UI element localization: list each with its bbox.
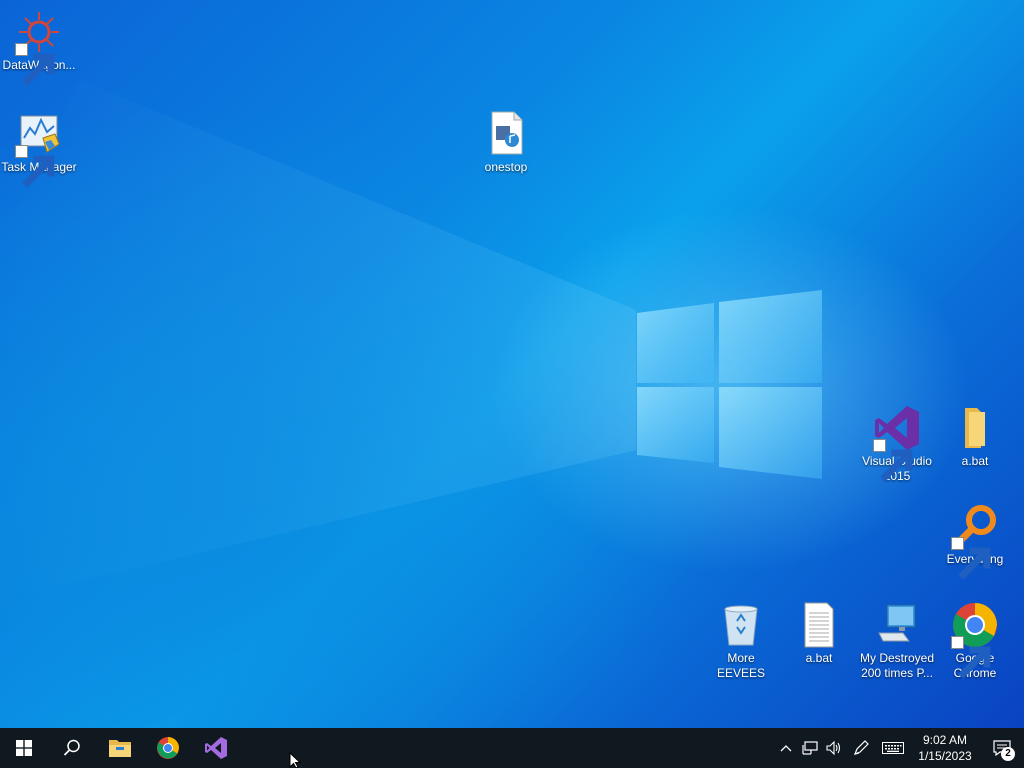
- computer-icon: [878, 604, 916, 642]
- network-icon: [802, 741, 818, 755]
- desktop-icon-label: a.bat: [805, 651, 833, 665]
- notification-count-badge: 2: [1001, 747, 1015, 761]
- clock-time: 9:02 AM: [922, 733, 968, 747]
- network-button[interactable]: [798, 728, 822, 768]
- text-file-icon: [804, 602, 834, 648]
- shortcut-arrow-icon: [873, 439, 913, 482]
- system-tray: 9:02 AM 1/15/2023 2: [774, 728, 1024, 768]
- chrome-icon: [157, 737, 179, 759]
- shortcut-arrow-icon: [951, 636, 991, 679]
- search-icon: [63, 739, 80, 756]
- desktop-icon-more-eevees[interactable]: More EEVEES: [702, 601, 780, 681]
- pen-button[interactable]: [846, 728, 876, 768]
- clock-date: 1/15/2023: [918, 749, 972, 763]
- desktop-icon-google-chrome[interactable]: Google Chrome: [936, 601, 1014, 681]
- media-file-icon: [491, 111, 523, 155]
- start-button[interactable]: [0, 728, 48, 768]
- keyboard-icon: [882, 742, 904, 754]
- shortcut-arrow-icon: [951, 537, 991, 580]
- file-explorer-button[interactable]: [96, 728, 144, 768]
- desktop-icon-abat-file[interactable]: a.bat: [780, 601, 858, 666]
- folder-icon: [965, 408, 985, 448]
- mouse-cursor-icon: [289, 752, 301, 768]
- search-button[interactable]: [48, 728, 96, 768]
- file-explorer-icon: [109, 740, 131, 757]
- shortcut-arrow-icon: [15, 145, 55, 188]
- desktop-icon-label: More EEVEES: [716, 651, 766, 680]
- volume-button[interactable]: [822, 728, 846, 768]
- start-icon: [16, 740, 32, 756]
- visual-studio-icon: [205, 737, 227, 759]
- chevron-up-icon: [780, 745, 792, 752]
- touch-keyboard-button[interactable]: [876, 728, 910, 768]
- volume-icon: [826, 741, 841, 755]
- chrome-taskbar-button[interactable]: [144, 728, 192, 768]
- pen-icon: [853, 740, 869, 756]
- clock[interactable]: 9:02 AM 1/15/2023: [910, 732, 980, 764]
- desktop-icon-visual-studio[interactable]: Visual Studio 2015: [858, 404, 936, 484]
- recycle-bin-icon: [724, 605, 758, 646]
- desktop-icon-onestop[interactable]: onestop: [467, 110, 545, 175]
- desktop-icon-label: a.bat: [961, 454, 989, 468]
- desktop-icon-my-destroyed[interactable]: My Destroyed 200 times P...: [858, 601, 936, 681]
- desktop-icon-abat-folder[interactable]: a.bat: [936, 404, 1014, 469]
- desktop-icon-task-manager[interactable]: Task Manager: [0, 110, 78, 188]
- desktop-icon-label: onestop: [484, 160, 528, 174]
- desktop-icon-label: My Destroyed 200 times P...: [859, 651, 935, 680]
- desktop-icon-datawagon[interactable]: DataWagon...: [0, 8, 78, 86]
- shortcut-arrow-icon: [15, 43, 55, 86]
- action-center-button[interactable]: 2: [980, 728, 1024, 768]
- visual-studio-taskbar-button[interactable]: [192, 728, 240, 768]
- desktop-icon-everything[interactable]: Everything: [936, 502, 1014, 580]
- show-hidden-icons-button[interactable]: [774, 728, 798, 768]
- taskbar: 9:02 AM 1/15/2023 2: [0, 728, 1024, 768]
